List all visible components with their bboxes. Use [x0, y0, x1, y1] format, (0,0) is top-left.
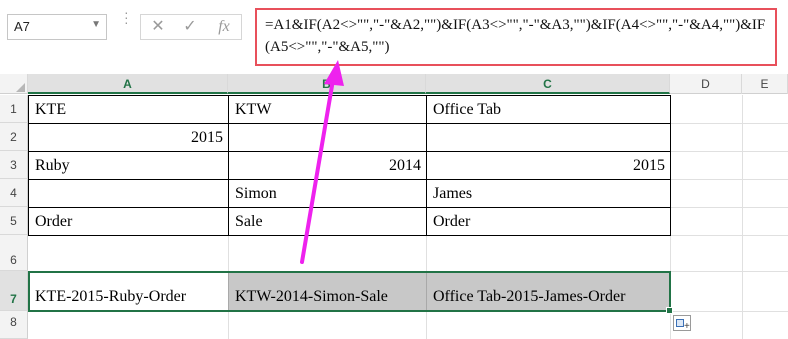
annotation-arrow-icon	[300, 60, 344, 264]
